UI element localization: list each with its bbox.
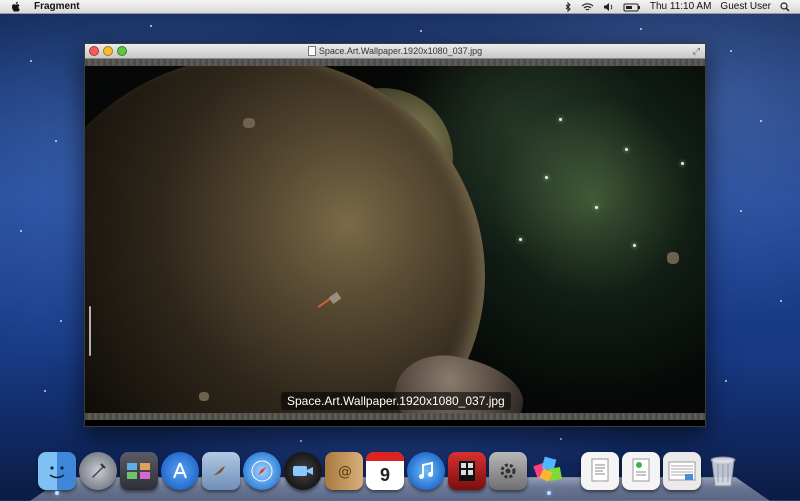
star-sparkle — [519, 238, 522, 241]
rock-image — [199, 392, 209, 401]
mail-stamp-icon[interactable] — [202, 452, 240, 490]
bluetooth-icon[interactable] — [565, 1, 572, 13]
address-book-icon[interactable]: @ — [325, 452, 363, 490]
calendar-day: 9 — [379, 464, 390, 485]
calendar-header — [366, 452, 404, 461]
apple-icon[interactable] — [10, 1, 22, 13]
dock: @ 9 — [38, 446, 745, 495]
star-sparkle — [625, 148, 628, 151]
app-store-icon[interactable] — [161, 452, 199, 490]
image-viewer-window: Space.Art.Wallpaper.1920x1080_037.jpg ⤢ … — [84, 43, 706, 427]
star-sparkle — [681, 162, 684, 165]
rock-image — [243, 118, 255, 128]
wifi-icon[interactable] — [581, 1, 594, 13]
volume-icon[interactable] — [603, 1, 614, 13]
svg-text:@: @ — [338, 464, 352, 480]
camera-icon[interactable] — [284, 452, 322, 490]
window-title-text: Space.Art.Wallpaper.1920x1080_037.jpg — [318, 46, 483, 56]
battery-icon[interactable] — [623, 1, 641, 13]
filmstrip-top[interactable] — [85, 59, 705, 66]
music-note-icon[interactable] — [407, 452, 445, 490]
image-caption: Space.Art.Wallpaper.1920x1080_037.jpg — [281, 392, 511, 410]
running-indicator — [547, 491, 551, 495]
window-titlebar[interactable]: Space.Art.Wallpaper.1920x1080_037.jpg ⤢ — [85, 44, 705, 59]
documents-icon[interactable] — [581, 452, 619, 490]
document-icon — [307, 46, 316, 56]
star-sparkle — [633, 244, 636, 247]
star-sparkle — [545, 176, 548, 179]
trash-icon[interactable] — [704, 452, 742, 490]
fullscreen-arrows-icon[interactable]: ⤢ — [693, 46, 700, 57]
rock-image — [667, 252, 679, 264]
compass-icon[interactable] — [243, 452, 281, 490]
spotlight-icon[interactable] — [780, 1, 790, 13]
app-menu-name[interactable]: Fragment — [34, 1, 80, 12]
star-sparkle — [595, 206, 598, 209]
calendar-icon[interactable]: 9 — [366, 452, 404, 490]
applications-folder-icon[interactable] — [663, 452, 701, 490]
image-canvas[interactable]: Space.Art.Wallpaper.1920x1080_037.jpg — [85, 66, 705, 413]
mission-control-icon[interactable] — [120, 452, 158, 490]
filmstrip-bottom[interactable] — [85, 413, 705, 420]
menubar-user[interactable]: Guest User — [720, 1, 771, 12]
menubar-clock[interactable]: Thu 11:10 AM — [650, 1, 712, 12]
window-title: Space.Art.Wallpaper.1920x1080_037.jpg — [85, 46, 705, 56]
menu-bar: Fragment Thu 11:10 AM Guest User — [0, 0, 800, 14]
downloads-icon[interactable] — [622, 452, 660, 490]
photo-booth-icon[interactable] — [448, 452, 486, 490]
scroll-indicator[interactable] — [89, 306, 91, 356]
menubar-status-area: Thu 11:10 AM Guest User — [565, 1, 790, 13]
running-indicator — [55, 491, 59, 495]
gear-icon[interactable] — [489, 452, 527, 490]
star-sparkle — [559, 118, 562, 121]
finder-icon[interactable] — [38, 452, 76, 495]
dock-separator — [571, 450, 581, 490]
fragment-icon[interactable] — [530, 452, 568, 495]
rocket-icon[interactable] — [79, 452, 117, 490]
